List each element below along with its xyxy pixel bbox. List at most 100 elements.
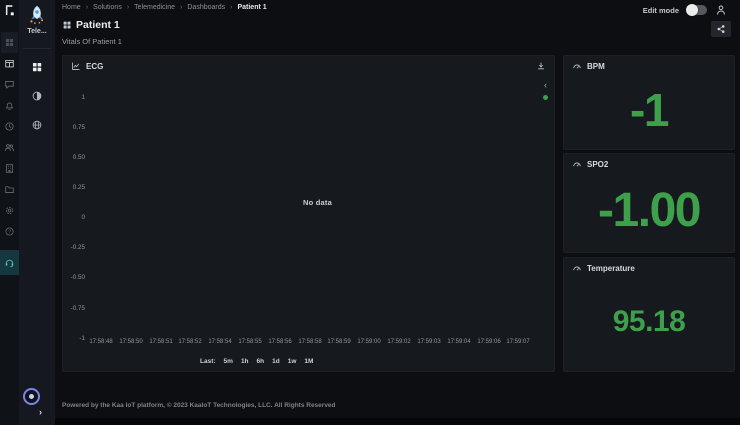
rocket-icon	[26, 4, 48, 26]
time-range-5m[interactable]: 5m	[224, 358, 233, 365]
solution-sidebar: Tele... ›	[19, 0, 55, 425]
chat-icon	[4, 79, 15, 90]
page-title-row: Patient 1	[62, 19, 120, 31]
series-color-dot	[543, 95, 548, 100]
y-axis-tick: 0.75	[65, 124, 85, 131]
breadcrumb-separator: ›	[127, 4, 129, 11]
line-chart-icon	[71, 61, 81, 71]
rail-items: ?	[0, 32, 19, 242]
time-range-6h[interactable]: 6h	[257, 358, 265, 365]
sidebar-item-dashboard[interactable]	[1, 32, 18, 53]
y-axis-tick: -1	[65, 335, 85, 342]
globe-icon	[31, 119, 43, 131]
breadcrumb-home[interactable]: Home	[62, 4, 81, 11]
user-menu-button[interactable]	[715, 4, 727, 16]
solution-nav-web[interactable]	[27, 115, 47, 135]
sidebar-item-history[interactable]	[0, 116, 19, 137]
sidebar-item-help[interactable]: ?	[0, 221, 19, 242]
workspace-label: Tele...	[19, 28, 55, 35]
kaa-logo[interactable]	[1, 2, 18, 19]
expand-sidebar-chevron-icon[interactable]: ›	[39, 407, 42, 417]
time-range-selector: Last: 5m 1h 6h 1d 1w 1M	[200, 358, 313, 365]
toggle-knob	[686, 4, 698, 16]
no-data-message: No data	[91, 198, 544, 207]
solution-nav-theme[interactable]	[27, 86, 47, 106]
y-axis-tick: 0.50	[65, 154, 85, 161]
breadcrumb-separator: ›	[86, 4, 88, 11]
sidebar-item-support[interactable]	[0, 250, 19, 275]
ecg-panel-title: ECG	[86, 62, 103, 71]
nav-rail: ?	[0, 0, 19, 425]
table-icon	[4, 58, 15, 69]
share-icon	[716, 24, 726, 34]
time-range-1w[interactable]: 1w	[288, 358, 297, 365]
sidebar-item-users[interactable]	[0, 137, 19, 158]
dashboards-grid-icon	[31, 61, 43, 73]
edit-mode-label: Edit mode	[643, 6, 679, 15]
breadcrumb-current: Patient 1	[237, 4, 266, 11]
sidebar-item-solutions[interactable]	[0, 53, 19, 74]
sidebar-item-tenants[interactable]	[0, 158, 19, 179]
breadcrumb-separator: ›	[230, 4, 232, 11]
sidebar-item-settings[interactable]	[0, 200, 19, 221]
ecg-panel-header: ECG	[71, 61, 103, 71]
footer-text: Powered by the Kaa IoT platform, © 2023 …	[62, 402, 336, 409]
y-axis-tick: -0.25	[65, 244, 85, 251]
kaa-logo-icon	[3, 4, 16, 17]
page-title: Patient 1	[76, 19, 120, 31]
y-axis-tick: -0.50	[65, 274, 85, 281]
collapse-chevron-icon[interactable]: ‹	[544, 80, 547, 90]
share-button[interactable]	[711, 21, 731, 37]
users-icon	[4, 142, 15, 153]
top-right-controls: Edit mode	[643, 4, 727, 16]
main-content: Home › Solutions › Telemedicine › Dashbo…	[55, 0, 740, 425]
bell-icon	[4, 100, 15, 111]
download-button[interactable]	[536, 61, 546, 71]
divider	[23, 48, 51, 49]
y-axis-tick: 0.25	[65, 184, 85, 191]
svg-text:?: ?	[8, 229, 11, 235]
temperature-value: 95.18	[613, 305, 686, 339]
time-range-label: Last:	[200, 358, 216, 365]
ecg-panel: ECG ‹ 1 0.75 0.50 0.25 0 -0.25 -0.50 -0.…	[62, 55, 555, 372]
person-icon	[715, 4, 727, 16]
spo2-value: -1.00	[598, 183, 700, 238]
time-range-1M[interactable]: 1M	[304, 358, 313, 365]
sidebar-item-messages[interactable]	[0, 74, 19, 95]
download-icon	[536, 61, 546, 71]
bpm-value: -1	[630, 83, 668, 137]
breadcrumb-telemedicine[interactable]: Telemedicine	[134, 4, 175, 11]
y-axis-tick: -0.75	[65, 305, 85, 312]
headset-icon	[4, 257, 15, 268]
spo2-panel: SPO2 -1.00	[563, 153, 735, 253]
solution-nav	[19, 57, 55, 135]
edit-mode-toggle[interactable]	[687, 5, 707, 15]
breadcrumb: Home › Solutions › Telemedicine › Dashbo…	[62, 4, 267, 11]
folder-icon	[4, 184, 15, 195]
breadcrumb-separator: ›	[180, 4, 182, 11]
grid-icon	[4, 37, 15, 48]
time-range-1d[interactable]: 1d	[272, 358, 280, 365]
sidebar-item-files[interactable]	[0, 179, 19, 200]
breadcrumb-solutions[interactable]: Solutions	[93, 4, 122, 11]
help-icon: ?	[4, 226, 15, 237]
solution-header[interactable]: Tele...	[19, 4, 55, 35]
breadcrumb-dashboards[interactable]: Dashboards	[187, 4, 225, 11]
app-screen: ? Tele...	[0, 0, 740, 425]
spo2-value-area: -1.00	[564, 168, 734, 252]
bpm-value-area: -1	[564, 70, 734, 149]
gear-icon	[4, 205, 15, 216]
sidebar-item-notifications[interactable]	[0, 95, 19, 116]
user-avatar[interactable]	[23, 388, 40, 405]
bpm-panel: BPM -1	[563, 55, 735, 150]
solution-nav-dashboards[interactable]	[27, 57, 47, 77]
x-axis-tick: 17:59:07	[500, 339, 536, 345]
dashboard-subtitle: Vitals Of Patient 1	[62, 37, 122, 46]
y-axis-tick: 1	[65, 94, 85, 101]
building-icon	[4, 163, 15, 174]
contrast-icon	[31, 90, 43, 102]
temperature-value-area: 95.18	[564, 272, 734, 371]
y-axis-tick: 0	[65, 214, 85, 221]
time-range-1h[interactable]: 1h	[241, 358, 249, 365]
temperature-panel: Temperature 95.18	[563, 257, 735, 372]
